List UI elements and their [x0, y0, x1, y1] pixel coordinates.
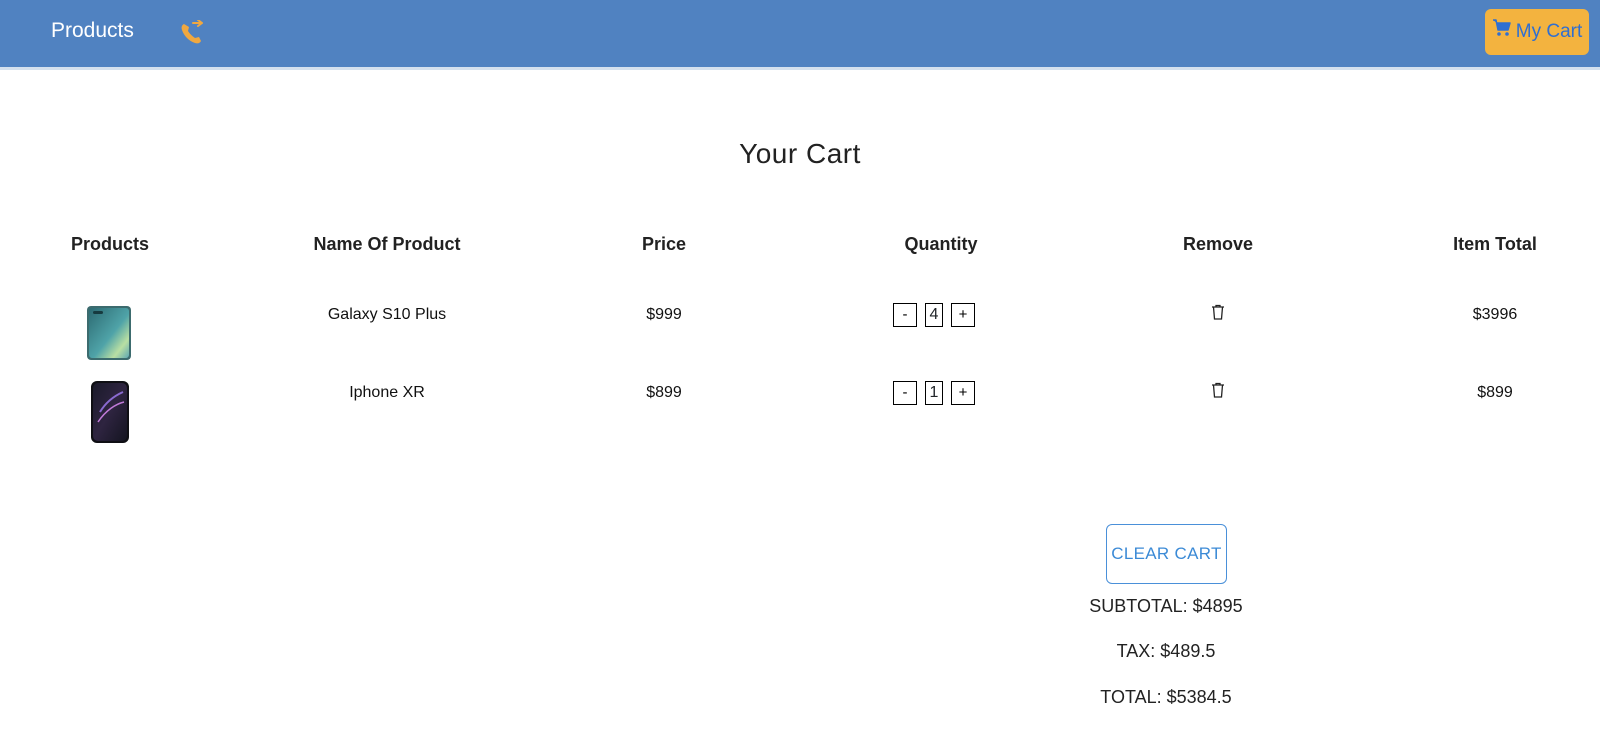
tax: TAX: $489.5	[1116, 641, 1216, 661]
decrement-button[interactable]: -	[893, 303, 917, 327]
navbar: Products My Cart	[0, 0, 1600, 70]
quantity-stepper: - 1 +	[893, 381, 975, 405]
col-header-quantity: Quantity	[904, 234, 978, 254]
col-header-item-total: Item Total	[1453, 234, 1537, 254]
item-name: Galaxy S10 Plus	[327, 306, 447, 323]
brand-link[interactable]: Products	[51, 19, 134, 43]
quantity-value: 1	[925, 381, 943, 405]
item-price: $999	[646, 306, 682, 323]
total: TOTAL: $5384.5	[1100, 687, 1232, 707]
col-header-price: Price	[641, 234, 687, 254]
product-image-galaxy	[87, 306, 131, 360]
item-name: Iphone XR	[349, 384, 425, 401]
col-header-remove: Remove	[1182, 234, 1254, 254]
col-header-name: Name Of Product	[313, 234, 461, 254]
item-price: $899	[646, 384, 682, 401]
my-cart-button[interactable]: My Cart	[1485, 9, 1589, 55]
cart-icon	[1492, 19, 1511, 36]
trash-icon[interactable]	[1211, 304, 1225, 320]
product-image-iphone	[91, 381, 129, 443]
clear-cart-button[interactable]: CLEAR CART	[1106, 524, 1227, 584]
col-header-products: Products	[70, 234, 149, 254]
increment-button[interactable]: +	[951, 381, 975, 405]
subtotal: SUBTOTAL: $4895	[1089, 596, 1243, 616]
page-title: Your Cart	[739, 138, 861, 169]
phone-icon[interactable]	[178, 20, 206, 48]
item-total: $3996	[1472, 306, 1518, 323]
quantity-stepper: - 4 +	[893, 303, 975, 327]
item-total: $899	[1477, 384, 1513, 401]
decrement-button[interactable]: -	[893, 381, 917, 405]
increment-button[interactable]: +	[951, 303, 975, 327]
quantity-value: 4	[925, 303, 943, 327]
my-cart-label: My Cart	[1515, 21, 1583, 42]
trash-icon[interactable]	[1211, 382, 1225, 398]
